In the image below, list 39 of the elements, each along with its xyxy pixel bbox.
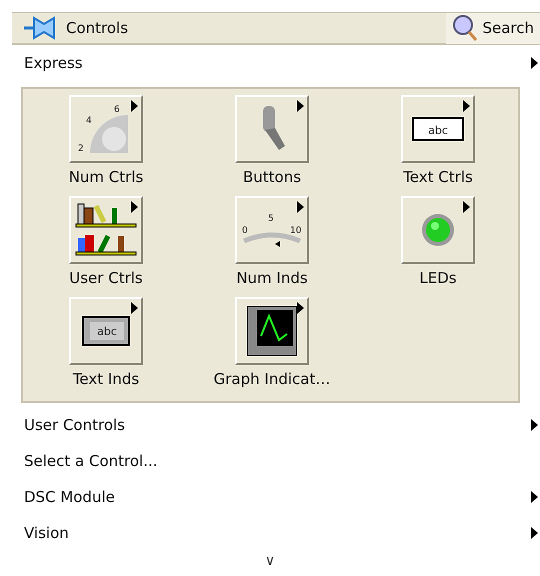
palette-label: Text Inds bbox=[72, 370, 140, 388]
palette-label: LEDs bbox=[419, 269, 457, 287]
palette-title: Controls bbox=[66, 19, 130, 37]
text-box-icon: abc bbox=[412, 117, 464, 141]
palette-tile[interactable] bbox=[69, 196, 143, 264]
palette-tile[interactable]: 0 5 10 bbox=[235, 196, 309, 264]
palette-tile[interactable] bbox=[401, 196, 475, 264]
submenu-arrow-icon bbox=[131, 201, 138, 213]
pin-icon bbox=[22, 14, 56, 42]
search-button[interactable]: Search bbox=[446, 12, 540, 44]
submenu-arrow-icon bbox=[297, 302, 304, 314]
palette-label: Num Ctrls bbox=[68, 168, 144, 186]
submenu-arrow-icon bbox=[463, 201, 470, 213]
palette-tile[interactable]: abc bbox=[401, 95, 475, 163]
search-icon bbox=[452, 14, 478, 42]
palette-tile[interactable] bbox=[235, 297, 309, 365]
palette-label: User Ctrls bbox=[69, 269, 143, 287]
bookshelf-icon bbox=[74, 202, 138, 258]
graph-icon bbox=[247, 306, 297, 356]
menu-item[interactable]: User Controls bbox=[0, 407, 540, 443]
submenu-arrow-icon bbox=[297, 201, 304, 213]
submenu-arrow-icon bbox=[297, 100, 304, 112]
palette-tile[interactable]: 2 4 6 bbox=[69, 95, 143, 163]
text-indicator-icon: abc bbox=[82, 316, 130, 346]
more-chevron[interactable]: ∨ bbox=[264, 553, 276, 570]
menu-item[interactable]: Select a Control... bbox=[0, 443, 540, 479]
palette-label: Graph Indicat… bbox=[214, 370, 330, 388]
submenu-arrow-icon bbox=[131, 302, 138, 314]
submenu-arrow-icon bbox=[131, 100, 138, 112]
palette-label: Buttons bbox=[242, 168, 302, 186]
submenu-arrow-icon bbox=[463, 100, 470, 112]
menu-item[interactable]: Vision bbox=[0, 515, 540, 551]
palette-tile[interactable] bbox=[235, 95, 309, 163]
menu-item[interactable]: DSC Module bbox=[0, 479, 540, 515]
menu-item[interactable]: Express bbox=[0, 45, 540, 81]
led-icon bbox=[421, 213, 455, 247]
palette-label: Text Ctrls bbox=[403, 168, 473, 186]
palette-tile[interactable]: abc bbox=[69, 297, 143, 365]
palette-label: Num Inds bbox=[236, 269, 308, 287]
